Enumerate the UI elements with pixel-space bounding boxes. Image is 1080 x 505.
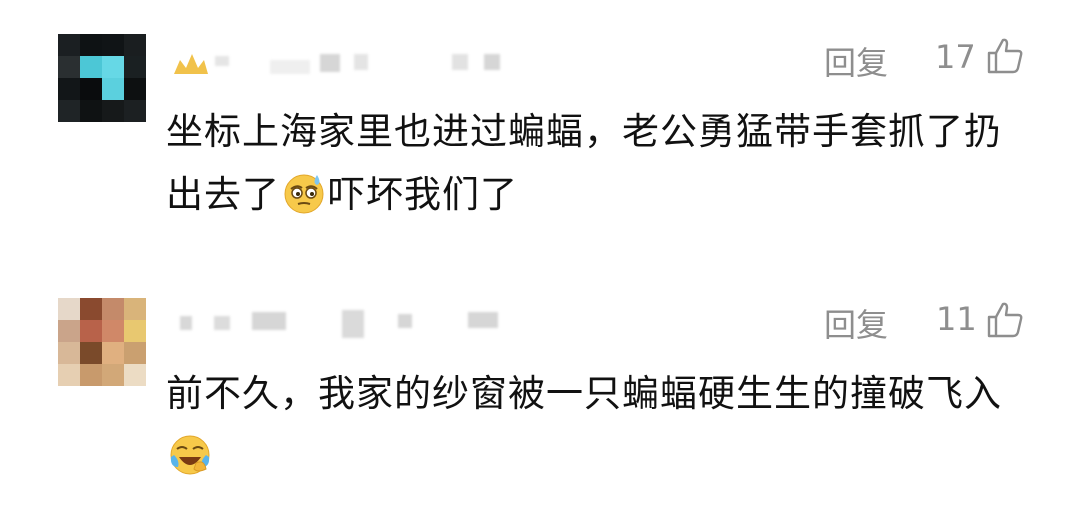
comment-text-part: 吓坏我们了	[328, 173, 518, 216]
like-count: 17	[935, 38, 976, 76]
thumbs-up-icon[interactable]	[985, 300, 1025, 340]
reply-button[interactable]: 回复	[824, 38, 888, 84]
cold-sweat-emoji-icon	[284, 174, 324, 214]
reply-button[interactable]: 回复	[824, 300, 888, 346]
user-level-icon	[174, 54, 208, 74]
comment-text: 前不久，我家的纱窗被一只蝙蝠硬生生的撞破飞入	[166, 362, 1036, 488]
like-count: 11	[936, 300, 977, 338]
avatar[interactable]	[58, 298, 146, 386]
laughing-tears-emoji-icon	[170, 435, 210, 475]
comment-text-part: 前不久，我家的纱窗被一只蝙蝠硬生生的撞破飞入	[166, 372, 1002, 415]
comment-text: 坐标上海家里也进过蝙蝠，老公勇猛带手套抓了扔出去了 吓坏我们了	[166, 100, 1036, 226]
avatar[interactable]	[58, 34, 146, 122]
thumbs-up-icon[interactable]	[985, 36, 1025, 76]
